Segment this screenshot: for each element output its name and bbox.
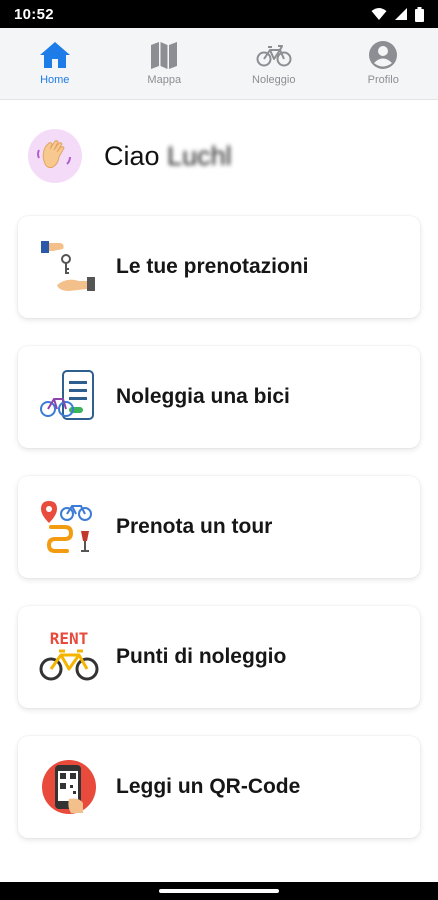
greeting-text: Ciao Luchl: [104, 141, 232, 172]
tab-label-noleggio: Noleggio: [252, 74, 296, 86]
menu-item-noleggia-bici[interactable]: Noleggia una bici: [18, 346, 420, 448]
home-icon: [39, 42, 70, 68]
menu-label: Punti di noleggio: [116, 645, 287, 668]
menu-item-leggi-qr[interactable]: Leggi un QR-Code: [18, 736, 420, 838]
tab-bar: Home Mappa Noleggio Profilo: [0, 28, 438, 100]
tab-noleggio[interactable]: Noleggio: [219, 28, 329, 99]
menu-item-punti-noleggio[interactable]: RENT Punti di noleggio: [18, 606, 420, 708]
menu-item-prenotazioni[interactable]: Le tue prenotazioni: [18, 216, 420, 318]
status-time: 10:52: [14, 5, 54, 23]
status-bar: 10:52: [0, 0, 438, 28]
home-handle[interactable]: [159, 889, 279, 893]
menu-label: Noleggia una bici: [116, 385, 290, 408]
greeting-prefix: Ciao: [104, 140, 160, 171]
tab-home[interactable]: Home: [0, 28, 110, 99]
tab-label-mappa: Mappa: [147, 74, 182, 86]
rent-bike-icon: RENT: [38, 626, 100, 688]
qr-scan-icon: [38, 756, 100, 818]
wifi-icon: [371, 8, 387, 20]
menu-list: Le tue prenotazioni Noleggia una bici Pr…: [18, 216, 420, 866]
key-handover-icon: [38, 236, 100, 298]
status-icons: [371, 6, 424, 22]
greeting: Ciao Luchl: [28, 128, 232, 184]
navigation-bar: [0, 882, 438, 900]
bicycle-icon: [256, 45, 292, 67]
greeting-user-name: Luchl: [167, 140, 232, 171]
svg-text:RENT: RENT: [50, 629, 89, 648]
menu-label: Prenota un tour: [116, 515, 273, 538]
menu-item-prenota-tour[interactable]: Prenota un tour: [18, 476, 420, 578]
signal-icon: [395, 8, 407, 20]
map-icon: [151, 42, 178, 69]
menu-label: Leggi un QR-Code: [116, 775, 301, 798]
tab-label-profilo: Profilo: [367, 74, 399, 86]
battery-icon: [415, 6, 424, 22]
bike-phone-icon: [38, 366, 100, 428]
menu-label: Le tue prenotazioni: [116, 255, 309, 278]
account-icon: [369, 41, 398, 69]
waving-hand-icon: [28, 129, 82, 183]
tab-label-home: Home: [40, 74, 70, 86]
tab-mappa[interactable]: Mappa: [110, 28, 220, 99]
tour-route-icon: [38, 496, 100, 558]
tab-profilo[interactable]: Profilo: [329, 28, 438, 99]
